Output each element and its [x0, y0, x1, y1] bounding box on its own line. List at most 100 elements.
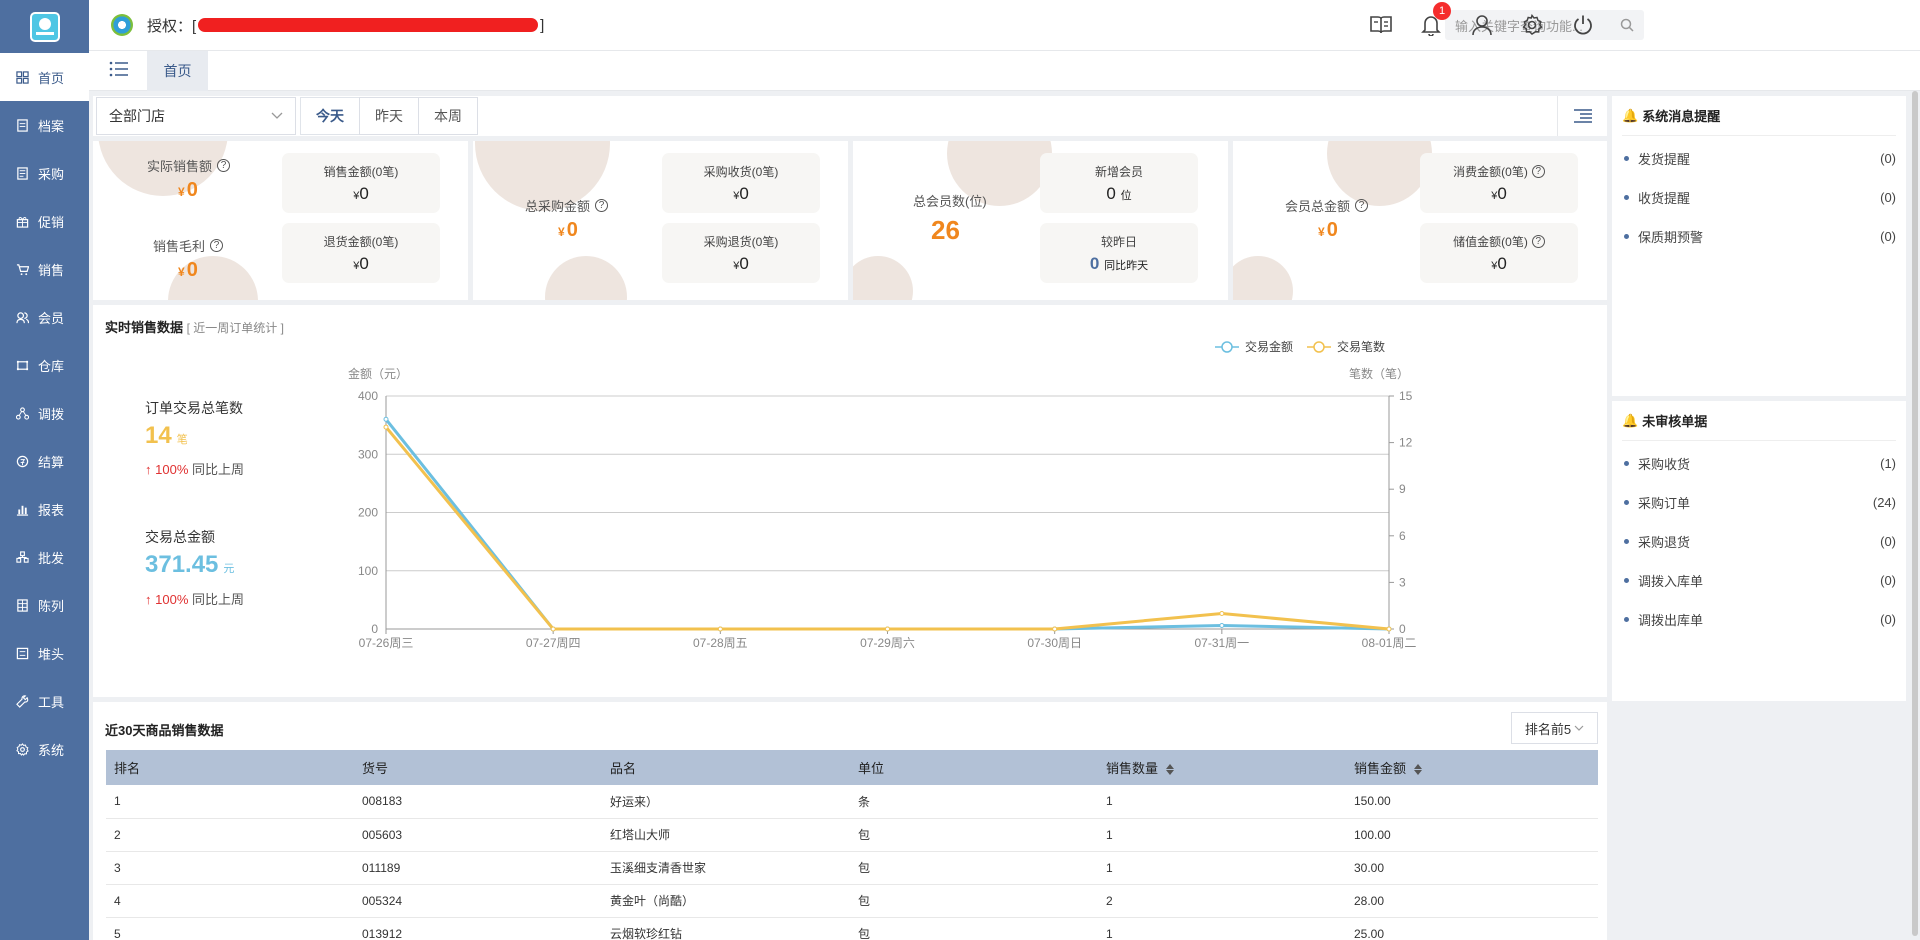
store-select[interactable]: 全部门店 [96, 97, 296, 135]
sidebar-item-1[interactable]: 档案 [0, 101, 89, 149]
power-icon[interactable] [1571, 13, 1595, 37]
gross-profit-value: ¥0 [178, 259, 198, 281]
bell-icon[interactable]: 1 [1419, 2, 1451, 37]
list-menu-icon[interactable] [1557, 96, 1607, 136]
return-amount-box: 退货金额(0笔) ¥0 [282, 223, 440, 283]
table-cell: 条 [850, 785, 1098, 819]
sidebar-item-label: 调拨 [38, 406, 65, 422]
help-icon[interactable]: ? [1355, 199, 1369, 212]
sidebar-item-11[interactable]: 陈列 [0, 581, 89, 629]
sidebar-item-0[interactable]: 首页 [0, 53, 89, 101]
system-notices-title: 🔔 系统消息提醒 [1622, 96, 1896, 136]
tab-home[interactable]: 首页 [147, 51, 208, 91]
x-tick-label: 07-27周四 [526, 636, 581, 650]
data-point [1386, 626, 1392, 632]
gear-icon[interactable] [1520, 13, 1544, 37]
sidebar-item-8[interactable]: 结算 [0, 437, 89, 485]
sidebar-item-label: 首页 [38, 70, 65, 86]
list-item[interactable]: 保质期预警 (0) [1612, 217, 1906, 256]
list-item[interactable]: 调拨入库单 (0) [1612, 561, 1906, 600]
sort-icon[interactable] [1414, 764, 1423, 776]
series-line [384, 426, 1390, 631]
x-tick-label: 07-31周一 [1194, 636, 1249, 650]
sidebar-item-9[interactable]: 报表 [0, 485, 89, 533]
sales-amount-box: 销售金额(0笔) ¥0 [282, 153, 440, 213]
table-cell: 150.00 [1346, 785, 1598, 819]
sidebar-item-4[interactable]: 销售 [0, 245, 89, 293]
sidebar-item-7[interactable]: 调拨 [0, 389, 89, 437]
search-icon[interactable] [1620, 18, 1634, 32]
chevron-down-icon [1574, 725, 1584, 731]
list-item[interactable]: 采购退货 (0) [1612, 522, 1906, 561]
table-cell: 013912 [354, 917, 602, 940]
wholesale-icon [15, 550, 29, 564]
column-header[interactable]: 销售金额 [1346, 750, 1598, 785]
legend-marker [1313, 341, 1325, 353]
authorization-info: 授权：[ ] [147, 16, 545, 35]
sidebar-item-label: 仓库 [38, 358, 65, 374]
sidebar-item-label: 报表 [38, 502, 65, 518]
book-icon[interactable] [1369, 13, 1393, 37]
legend-label: 交易笔数 [1337, 339, 1385, 354]
help-icon[interactable]: ? [595, 199, 609, 212]
help-icon[interactable]: ? [217, 159, 231, 172]
table-cell: 005603 [354, 818, 602, 852]
table-cell: 28.00 [1346, 884, 1598, 918]
data-point [1219, 610, 1225, 616]
list-item[interactable]: 采购订单 (24) [1612, 483, 1906, 522]
sort-icon[interactable] [1166, 764, 1175, 776]
total-members-label: 总会员数(位) [913, 194, 987, 209]
menu-toggle-icon[interactable] [109, 61, 129, 80]
sales-line-chart[interactable]: 0 100 200 300 400 0 3 6 9 12 15 金额（元） 笔数（笔） 07-26周三 07… [93, 305, 1607, 697]
member-balance-card: 会员总金额? ¥0 消费金额(0笔)? ¥0 储值金额(0笔)? ¥0 [1233, 141, 1607, 300]
transfer-icon [15, 406, 29, 420]
sidebar-item-6[interactable]: 仓库 [0, 341, 89, 389]
help-icon[interactable]: ? [1531, 164, 1545, 178]
list-item[interactable]: 收货提醒 (0) [1612, 178, 1906, 217]
date-yesterday-button[interactable]: 昨天 [359, 97, 419, 135]
sidebar-item-10[interactable]: 批发 [0, 533, 89, 581]
user-icon[interactable] [1470, 13, 1494, 37]
column-header[interactable]: 销售数量 [1098, 750, 1346, 785]
sidebar-item-13[interactable]: 工具 [0, 677, 89, 725]
pending-docs-panel: 🔔 未审核单据 采购收货 (1) 采购订单 (24) 采购退货 (0) 调拨入库单 (0) 调拨出… [1612, 401, 1906, 701]
x-tick-label: 07-26周三 [359, 636, 414, 650]
y-tick-label: 100 [358, 564, 378, 578]
sidebar-item-5[interactable]: 会员 [0, 293, 89, 341]
date-week-button[interactable]: 本周 [418, 97, 478, 135]
list-item[interactable]: 采购收货 (1) [1612, 444, 1906, 483]
vertical-scrollbar[interactable] [1910, 91, 1920, 940]
member-balance-value: ¥0 [1318, 219, 1338, 241]
archive-icon [15, 118, 29, 132]
table-row[interactable]: 3 011189 玉溪细支清香世家包 1 30.00 [106, 851, 1598, 885]
table-row[interactable]: 4 005324 黄金叶（尚酷）包 2 28.00 [106, 884, 1598, 918]
rank-select[interactable]: 排名前5 [1511, 712, 1598, 744]
total-purchase-value: ¥0 [558, 219, 578, 241]
table-cell: 1 [1098, 851, 1346, 885]
sidebar-item-14[interactable]: 系统 [0, 725, 89, 773]
x-tick-label: 07-30周日 [1027, 636, 1082, 650]
help-icon[interactable]: ? [210, 239, 224, 252]
app-logo[interactable] [0, 0, 89, 53]
table-row[interactable]: 5 013912 云烟软珍红钻包 1 25.00 [106, 917, 1598, 940]
table-row[interactable]: 2 005603 红塔山大师包 1 100.00 [106, 818, 1598, 852]
realtime-sales-panel: 实时销售数据 [ 近一周订单统计 ] 订单交易总笔数 14 笔 ↑ 100% 同比… [93, 305, 1607, 697]
y-tick-label: 200 [358, 506, 378, 520]
sidebar-item-2[interactable]: 采购 [0, 149, 89, 197]
table-cell: 011189 [354, 851, 602, 885]
data-point [383, 416, 389, 422]
sidebar-item-3[interactable]: 促销 [0, 197, 89, 245]
table-cell: 1 [106, 785, 354, 819]
sidebar-item-label: 系统 [38, 742, 65, 758]
display-icon [15, 598, 29, 612]
date-today-button[interactable]: 今天 [300, 97, 360, 135]
help-icon[interactable]: ? [1531, 234, 1545, 248]
list-item[interactable]: 调拨出库单 (0) [1612, 600, 1906, 639]
table-row[interactable]: 1 008183 好运来）条 1 150.00 [106, 785, 1598, 819]
list-item[interactable]: 发货提醒 (0) [1612, 139, 1906, 178]
table-cell: 3 [106, 851, 354, 885]
sidebar-item-12[interactable]: 堆头 [0, 629, 89, 677]
total-purchase-label: 总采购金额? [525, 196, 609, 215]
sidebar: 首页档案 采购 促销 销售 会员仓库调拨结算报表批发 陈列 堆头 工具系统 [0, 0, 89, 940]
scrollbar-thumb[interactable] [1912, 91, 1918, 936]
